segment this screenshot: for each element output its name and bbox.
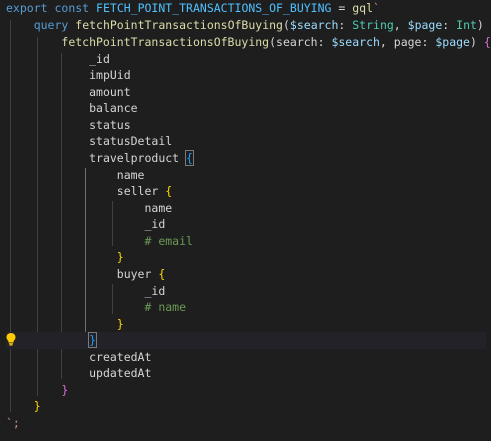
brace-open: { — [158, 267, 166, 281]
paren-close: ) — [469, 35, 477, 49]
paren-open: ( — [282, 18, 290, 32]
comment-name: # name — [144, 300, 187, 314]
code-line-16[interactable]: } — [6, 249, 486, 266]
template-end: `; — [6, 416, 20, 430]
brace-open: { — [165, 184, 173, 198]
code-line-15[interactable]: # email — [6, 233, 486, 250]
colon: : — [338, 18, 353, 32]
arg-page: page — [393, 35, 422, 49]
var-page: $page — [435, 35, 470, 49]
field-name: name — [116, 168, 145, 182]
param-page: $page — [407, 18, 443, 32]
template-backtick: ` — [373, 1, 380, 15]
code-line-25[interactable]: } — [6, 398, 486, 415]
code-line-7[interactable]: balance — [6, 100, 486, 117]
operator-equals: = — [331, 1, 353, 15]
field-balance: balance — [89, 101, 138, 115]
colon: : — [317, 35, 332, 49]
field-impuid: impUid — [89, 68, 131, 82]
code-editor[interactable]: export const FETCH_POINT_TRANSACTIONS_OF… — [0, 0, 491, 441]
tag-gql: gql — [352, 1, 374, 15]
param-search: $search — [289, 18, 339, 32]
code-line-24[interactable]: } — [6, 382, 486, 399]
brace-close: } — [116, 250, 124, 264]
comma: , — [393, 18, 408, 32]
code-line-19[interactable]: # name — [6, 299, 486, 316]
code-line-22[interactable]: createdAt — [6, 349, 486, 366]
brace-open-matched: { — [185, 150, 194, 166]
colon: : — [442, 18, 457, 32]
brace-close: } — [33, 399, 41, 413]
lightbulb-icon[interactable] — [5, 332, 17, 346]
type-string: String — [352, 18, 394, 32]
code-line-4[interactable]: _id — [6, 51, 486, 68]
colon: : — [421, 35, 436, 49]
code-line-8[interactable]: status — [6, 117, 486, 134]
field-seller-id: _id — [144, 217, 166, 231]
code-line-11[interactable]: name — [6, 167, 486, 184]
code-line-3[interactable]: fetchPointTransactionsOfBuying(search: $… — [6, 34, 490, 51]
field-statusdetail: statusDetail — [89, 134, 173, 148]
keyword-query: query — [33, 18, 69, 32]
paren-open: ( — [269, 35, 277, 49]
field-status: status — [89, 118, 131, 132]
code-line-18[interactable]: _id — [6, 283, 486, 300]
field-seller-name: name — [144, 201, 173, 215]
type-int: Int — [456, 18, 477, 32]
code-line-6[interactable]: amount — [6, 84, 486, 101]
field-buyer: buyer — [116, 267, 152, 281]
const-name: FETCH_POINT_TRANSACTIONS_OF_BUYING — [96, 1, 332, 15]
code-line-14[interactable]: _id — [6, 216, 486, 233]
code-line-26[interactable]: `; — [6, 415, 486, 432]
field-updatedat: updatedAt — [89, 366, 152, 380]
brace-close: } — [61, 383, 69, 397]
query-name: fetchPointTransactionsOfBuying — [75, 18, 283, 32]
code-line-12[interactable]: seller { — [6, 183, 486, 200]
code-line-13[interactable]: name — [6, 200, 486, 217]
brace-close-matched: } — [88, 332, 98, 348]
field-amount: amount — [89, 85, 131, 99]
paren-close: ) — [476, 18, 484, 32]
field-createdat: createdAt — [89, 350, 152, 364]
code-line-9[interactable]: statusDetail — [6, 133, 486, 150]
code-line-20[interactable]: } — [6, 316, 486, 333]
comma: , — [379, 35, 394, 49]
keyword-export: export — [6, 1, 48, 15]
brace-close: } — [116, 317, 124, 331]
code-line-10[interactable]: travelproduct { — [6, 150, 486, 167]
keyword-const: const — [54, 1, 90, 15]
var-search: $search — [331, 35, 380, 49]
field-id: _id — [89, 52, 110, 66]
field-call-name: fetchPointTransactionsOfBuying — [61, 35, 270, 49]
comment-email: # email — [144, 234, 193, 248]
code-line-5[interactable]: impUid — [6, 67, 486, 84]
code-line-17[interactable]: buyer { — [6, 266, 486, 283]
brace-open: { — [483, 35, 491, 49]
field-travelproduct: travelproduct — [89, 151, 180, 165]
field-seller: seller — [116, 184, 159, 198]
code-line-1[interactable]: export const FETCH_POINT_TRANSACTIONS_OF… — [6, 0, 486, 17]
arg-search: search — [276, 35, 318, 49]
field-buyer-id: _id — [144, 284, 166, 298]
code-line-23[interactable]: updatedAt — [6, 365, 486, 382]
code-line-2[interactable]: query fetchPointTransactionsOfBuying($se… — [6, 17, 491, 34]
code-line-21-current[interactable]: } — [6, 332, 486, 349]
